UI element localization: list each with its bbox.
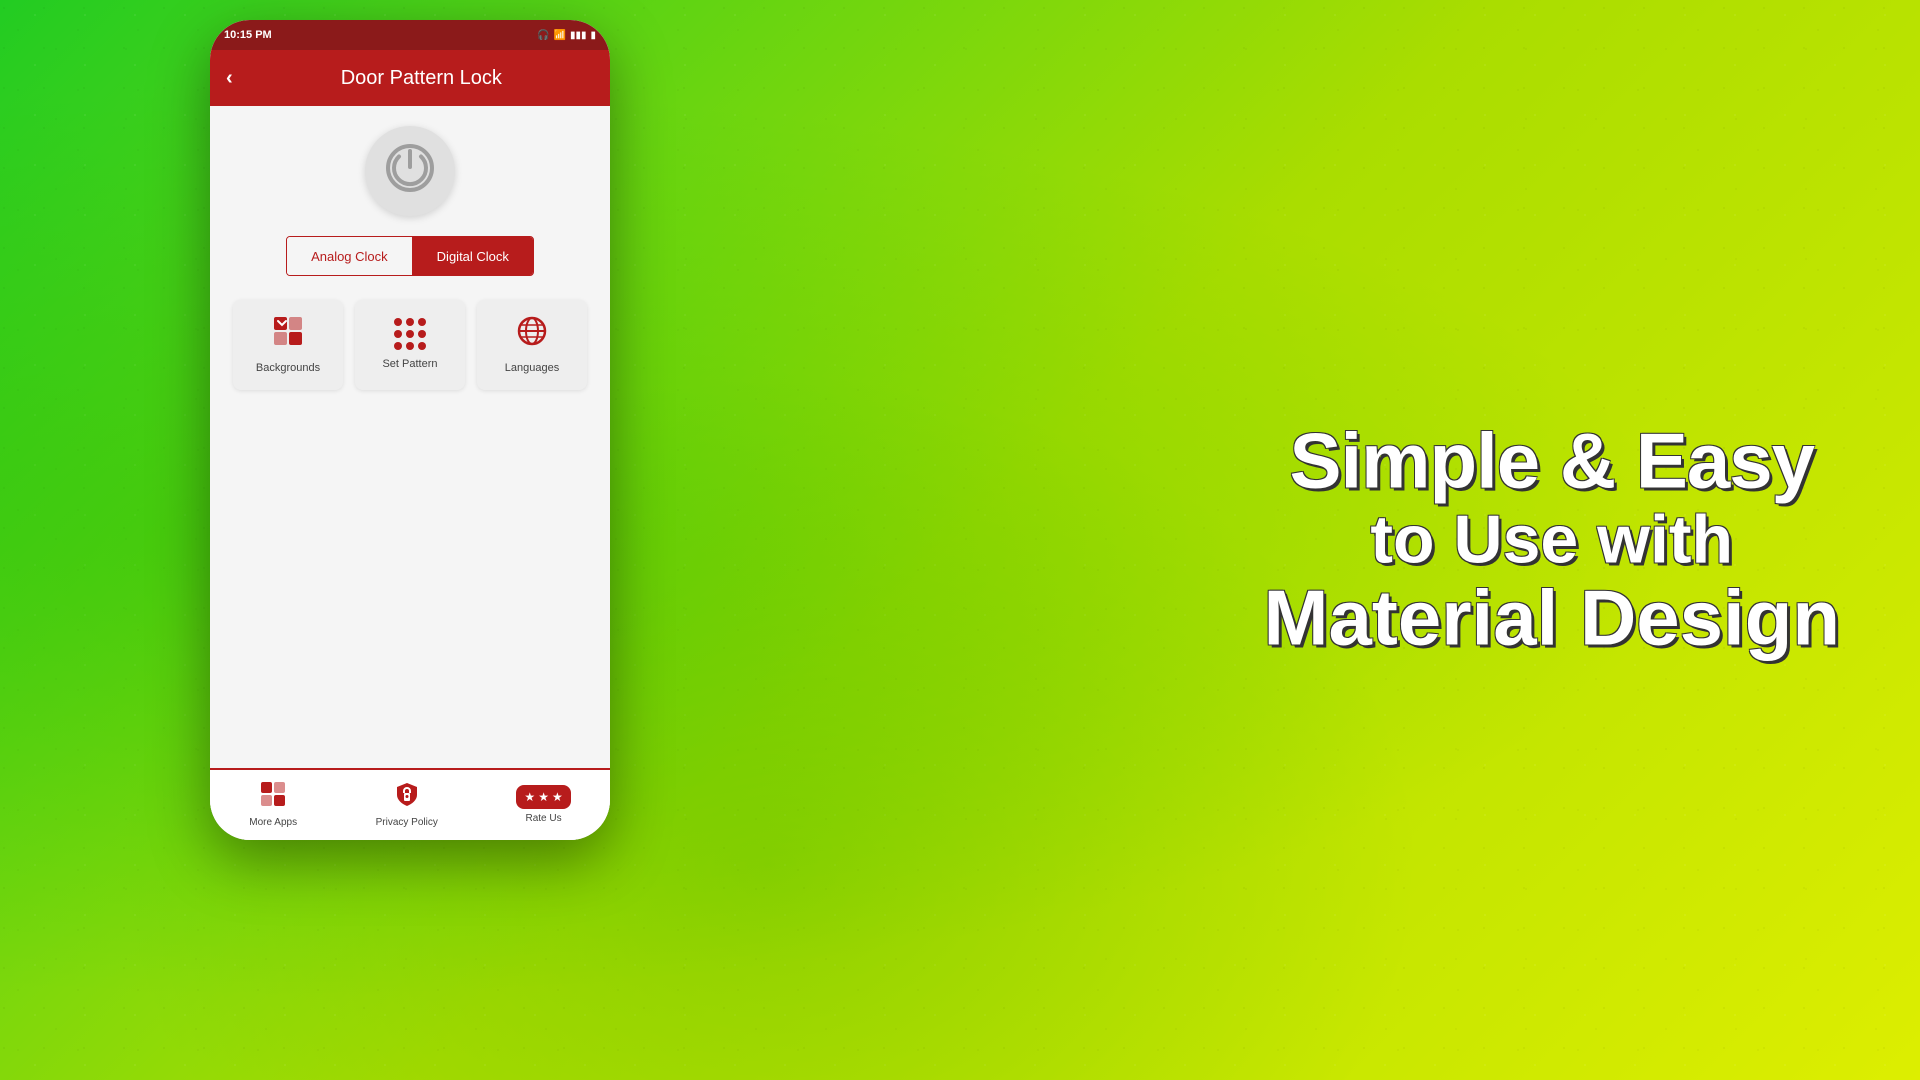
privacy-policy-icon: [394, 781, 420, 813]
feature-grid: Backgrounds: [233, 300, 587, 390]
phone-device: 10:15 PM 🎧 📶 ▮▮▮ ▮ ‹ Door Pattern Lock: [210, 20, 610, 840]
status-bar: 10:15 PM 🎧 📶 ▮▮▮ ▮: [210, 20, 610, 50]
promo-text: Simple & Easy to Use with Material Desig…: [1263, 421, 1840, 660]
battery-icon: ▮: [590, 30, 596, 41]
privacy-policy-label: Privacy Policy: [376, 817, 438, 829]
set-pattern-label: Set Pattern: [382, 358, 437, 371]
wifi-icon: 📶: [554, 30, 566, 41]
promo-line1: Simple & Easy: [1263, 421, 1840, 503]
digital-clock-button[interactable]: Digital Clock: [413, 237, 533, 275]
backgrounds-icon: [272, 315, 304, 354]
phone-mockup: 10:15 PM 🎧 📶 ▮▮▮ ▮ ‹ Door Pattern Lock: [160, 20, 680, 1060]
app-content: Analog Clock Digital Clock: [210, 106, 610, 768]
more-apps-icon: [260, 781, 286, 813]
rate-us-nav-item[interactable]: ★ ★ ★ Rate Us: [516, 785, 570, 825]
signal-icon: ▮▮▮: [570, 30, 587, 41]
bottom-nav: More Apps Privacy Policy: [210, 768, 610, 840]
languages-label: Languages: [505, 362, 559, 375]
backgrounds-label: Backgrounds: [256, 362, 320, 375]
status-time: 10:15 PM: [224, 29, 272, 41]
app-title: Door Pattern Lock: [249, 67, 594, 90]
more-apps-label: More Apps: [249, 817, 297, 829]
status-icons: 🎧 📶 ▮▮▮ ▮: [537, 30, 596, 41]
clock-toggle[interactable]: Analog Clock Digital Clock: [286, 236, 534, 276]
languages-tile[interactable]: Languages: [477, 300, 587, 390]
privacy-policy-nav-item[interactable]: Privacy Policy: [376, 781, 438, 829]
languages-icon: [516, 315, 548, 354]
promo-line2: to Use with: [1263, 503, 1840, 578]
power-icon: [385, 143, 435, 200]
backgrounds-tile[interactable]: Backgrounds: [233, 300, 343, 390]
power-icon-wrapper: [365, 126, 455, 216]
more-apps-nav-item[interactable]: More Apps: [249, 781, 297, 829]
app-bar: ‹ Door Pattern Lock: [210, 50, 610, 106]
analog-clock-button[interactable]: Analog Clock: [287, 237, 413, 275]
set-pattern-tile[interactable]: Set Pattern: [355, 300, 465, 390]
rate-us-label: Rate Us: [526, 813, 562, 825]
headphone-icon: 🎧: [537, 30, 549, 41]
back-button[interactable]: ‹: [226, 67, 233, 90]
rate-us-icon: ★ ★ ★: [516, 785, 570, 809]
set-pattern-icon: [394, 318, 426, 350]
promo-line3: Material Design: [1263, 577, 1840, 659]
